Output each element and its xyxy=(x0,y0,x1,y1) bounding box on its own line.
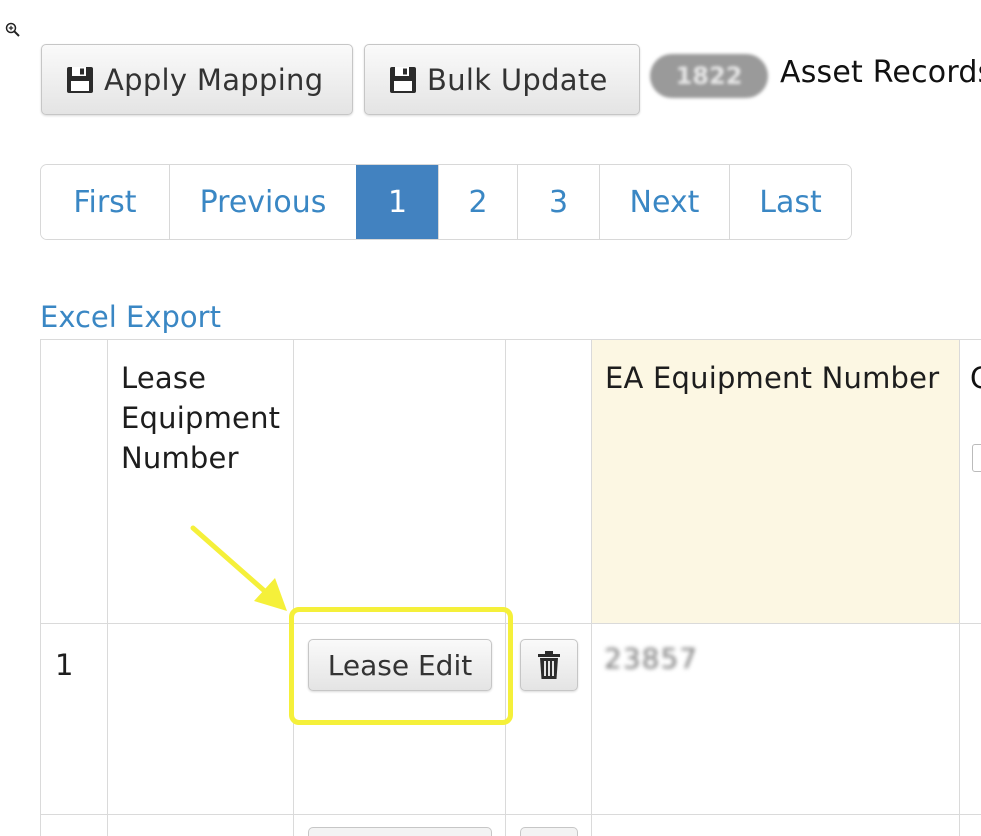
asset-grid: Lease Equipment Number EA Equipment Numb… xyxy=(40,339,981,836)
pagination: First Previous 1 2 3 Next Last xyxy=(40,164,852,240)
header-ea-equipment-number[interactable]: EA Equipment Number xyxy=(591,339,960,624)
row-index-cell xyxy=(40,814,108,836)
page-1-link[interactable]: 1 xyxy=(356,165,438,239)
excel-export-link[interactable]: Excel Export xyxy=(40,300,221,334)
table-row xyxy=(40,814,981,836)
bulk-update-label: Bulk Update xyxy=(427,62,608,97)
floppy-disk-icon xyxy=(67,66,93,93)
header-filter-checkbox[interactable] xyxy=(972,444,981,472)
row-delete-cell xyxy=(505,623,592,815)
apply-mapping-button[interactable]: Apply Mapping xyxy=(41,44,353,115)
page-last-link[interactable]: Last xyxy=(729,165,851,239)
header-actions-cell xyxy=(293,339,506,624)
page-2-link[interactable]: 2 xyxy=(438,165,517,239)
delete-row-button[interactable] xyxy=(520,639,578,691)
row-actions-cell: Lease Edit xyxy=(293,623,506,815)
table-row: 1 Lease Edit 23857 xyxy=(40,623,981,815)
row-index-cell: 1 xyxy=(40,623,108,815)
row-partial-cell xyxy=(959,623,981,815)
lease-edit-button[interactable] xyxy=(308,827,492,836)
floppy-disk-icon xyxy=(390,66,416,93)
row-ea-equipment-number-cell: 23857 xyxy=(591,623,960,815)
zoom-in-icon[interactable] xyxy=(4,21,22,39)
header-lease-equipment-number[interactable]: Lease Equipment Number xyxy=(107,339,294,624)
record-count-badge: 1822 xyxy=(650,54,768,98)
trash-icon xyxy=(538,651,560,679)
page-next-link[interactable]: Next xyxy=(599,165,729,239)
page-3-link[interactable]: 3 xyxy=(517,165,599,239)
row-lease-equipment-number-cell xyxy=(107,814,294,836)
page-first-link[interactable]: First xyxy=(41,165,169,239)
apply-mapping-label: Apply Mapping xyxy=(104,62,324,97)
row-ea-equipment-number-cell xyxy=(591,814,960,836)
bulk-update-button[interactable]: Bulk Update xyxy=(364,44,640,115)
row-actions-cell xyxy=(293,814,506,836)
asset-records-label: Asset Records xyxy=(780,55,981,90)
page-previous-link[interactable]: Previous xyxy=(169,165,356,239)
header-delete-cell xyxy=(505,339,592,624)
row-partial-cell xyxy=(959,814,981,836)
header-index-cell xyxy=(40,339,108,624)
row-lease-equipment-number-cell xyxy=(107,623,294,815)
header-partial-column: C A xyxy=(959,339,981,624)
row-delete-cell xyxy=(505,814,592,836)
lease-edit-button[interactable]: Lease Edit xyxy=(308,639,492,691)
table-header-row: Lease Equipment Number EA Equipment Numb… xyxy=(40,339,981,624)
delete-row-button[interactable] xyxy=(520,827,578,836)
